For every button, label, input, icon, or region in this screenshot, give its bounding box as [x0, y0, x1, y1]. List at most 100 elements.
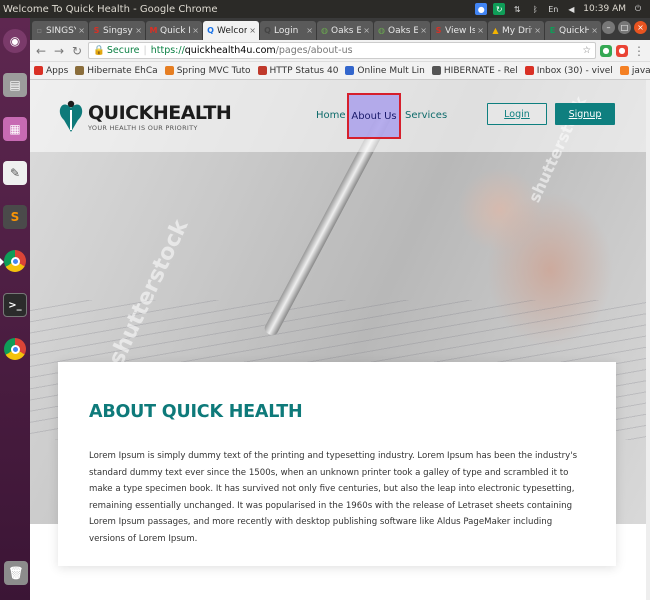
about-heading: ABOUT QUICK HEALTH — [89, 402, 303, 422]
address-bar[interactable]: 🔒 Secure | https://quickhealth4u.com/pag… — [88, 42, 596, 59]
menu-icon[interactable]: ⋮ — [632, 44, 646, 58]
browser-tab[interactable]: ◍Oaks ER× — [374, 21, 430, 40]
bookmark-item[interactable]: Hibernate EhCa — [75, 66, 158, 76]
files-launcher[interactable]: ▤ — [2, 66, 28, 104]
scrollbar[interactable] — [646, 80, 650, 600]
nav-services[interactable]: Services — [405, 110, 447, 121]
chrome-tray-icon[interactable]: ● — [475, 3, 488, 15]
bookmark-item[interactable]: java - why it is no — [619, 66, 650, 76]
secure-indicator[interactable]: 🔒 Secure — [93, 45, 140, 56]
text-editor-launcher[interactable]: ✎ — [2, 154, 28, 192]
sync-tray-icon[interactable]: ↻ — [493, 3, 506, 15]
tab-close-icon[interactable]: × — [363, 26, 370, 35]
nav-home[interactable]: Home — [316, 110, 346, 121]
bookmark-label: Apps — [46, 65, 69, 76]
signup-button[interactable]: Signup — [555, 103, 615, 125]
bookmark-item[interactable]: Online Mult Lin — [345, 66, 425, 76]
tab-favicon-icon: Q — [264, 26, 271, 35]
browser-tab[interactable]: MQuick H× — [146, 21, 202, 40]
browser-tab[interactable]: ▲My Drive× — [488, 21, 544, 40]
sublime-launcher[interactable]: S — [2, 198, 28, 236]
bookmark-item[interactable]: Inbox (30) - vivel — [524, 65, 613, 76]
url-scheme: https:// — [150, 45, 185, 56]
maximize-icon[interactable]: □ — [618, 21, 631, 34]
tab-close-icon[interactable]: × — [306, 26, 313, 35]
volume-icon[interactable]: ◀ — [565, 3, 577, 15]
bookmark-item[interactable]: HTTP Status 40 — [257, 65, 339, 76]
browser-tab[interactable]: EQuickHe× — [545, 21, 601, 40]
bookmark-label: HTTP Status 40 — [269, 65, 339, 76]
tab-favicon-icon: ◍ — [378, 26, 385, 35]
chrome-launcher[interactable] — [0, 242, 28, 280]
logo-text: QUICKHEALTH YOUR HEALTH IS OUR PRIORITY — [88, 102, 232, 132]
dash-launcher[interactable]: ◉ — [2, 22, 28, 60]
os-title-bar: Welcome To Quick Health - Google Chrome … — [0, 0, 650, 18]
tab-close-icon[interactable]: × — [192, 26, 199, 35]
web-page: shutterstock shutterstock QUICKHEALTH YO… — [30, 80, 650, 600]
software-launcher[interactable]: ▦ — [2, 110, 28, 148]
logo-name: QUICKHEALTH — [88, 102, 232, 124]
keyboard-layout-icon[interactable]: En — [547, 3, 559, 15]
extension-green-icon[interactable]: ● — [600, 44, 612, 57]
terminal-launcher[interactable]: >_ — [2, 286, 28, 324]
site-logo[interactable]: QUICKHEALTH YOUR HEALTH IS OUR PRIORITY — [58, 98, 232, 136]
bookmark-star-icon[interactable]: ☆ — [582, 45, 591, 56]
login-button[interactable]: Login — [487, 103, 547, 125]
window-controls: – □ × — [602, 21, 647, 34]
bookmark-item[interactable]: Spring MVC Tuto — [164, 65, 251, 76]
bookmark-label: Spring MVC Tuto — [176, 65, 251, 76]
tab-close-icon[interactable]: × — [420, 26, 427, 35]
files-icon: ▤ — [3, 73, 27, 97]
reload-icon[interactable]: ↻ — [70, 44, 84, 58]
extension-red-icon[interactable]: ● — [616, 44, 628, 57]
tab-favicon-icon: ▲ — [492, 26, 499, 35]
bookmark-label: Inbox (30) - vivel — [536, 65, 613, 76]
bookmark-favicon-icon — [345, 66, 355, 75]
trash-launcher[interactable]: 🗑 — [3, 554, 29, 592]
browser-tab[interactable]: ◍Oaks ER× — [317, 21, 373, 40]
about-card: ABOUT QUICK HEALTH Lorem Ipsum is simply… — [58, 362, 616, 566]
back-icon[interactable]: ← — [34, 44, 48, 58]
tab-favicon-icon: Q — [207, 26, 214, 35]
clock[interactable]: 10:39 AM — [583, 4, 626, 14]
forward-icon[interactable]: → — [52, 44, 66, 58]
bluetooth-icon[interactable]: ᛒ — [529, 3, 541, 15]
bookmark-favicon-icon — [619, 66, 629, 75]
bookmark-item[interactable]: Apps — [34, 66, 68, 76]
tab-close-icon[interactable]: × — [591, 26, 598, 35]
chrome-launcher-2[interactable] — [2, 330, 28, 368]
minimize-icon[interactable]: – — [602, 21, 615, 34]
close-window-icon[interactable]: × — [634, 21, 647, 34]
bookmarks-bar: Apps Hibernate EhCa Spring MVC Tuto HTTP St… — [30, 62, 650, 80]
about-body: Lorem Ipsum is simply dummy text of the … — [89, 451, 578, 544]
tab-favicon-icon: ▫ — [36, 26, 43, 35]
secure-label: Secure — [106, 45, 140, 56]
chrome-icon — [4, 338, 26, 360]
tab-label: View Iss — [445, 25, 476, 36]
url-text: https://quickhealth4u.com/pages/about-us — [151, 45, 353, 56]
bookmark-favicon-icon — [34, 66, 43, 75]
bookmark-favicon-icon — [524, 66, 534, 75]
trash-icon: 🗑 — [4, 561, 28, 585]
bookmark-favicon-icon — [257, 66, 267, 75]
browser-tab[interactable]: Q Login × — [260, 21, 316, 40]
power-icon[interactable]: ⏻ — [632, 3, 644, 15]
nav-about-us[interactable]: About Us — [347, 93, 401, 139]
tab-close-icon[interactable]: × — [78, 26, 85, 35]
tab-close-icon[interactable]: × — [534, 26, 541, 35]
network-icon[interactable]: ⇅ — [511, 3, 523, 15]
browser-tab[interactable]: ▫SINGSYS× — [32, 21, 88, 40]
tab-close-icon[interactable]: × — [249, 26, 256, 35]
tab-close-icon[interactable]: × — [135, 26, 142, 35]
system-tray: ● ↻ ⇅ ᛒ En ◀ 10:39 AM ⏻ — [475, 3, 650, 15]
browser-tab[interactable]: SView Iss× — [431, 21, 487, 40]
tab-favicon-icon: ◍ — [321, 26, 328, 35]
bookmark-item[interactable]: HIBERNATE - Rel — [431, 66, 518, 76]
tab-favicon-icon: M — [149, 26, 158, 35]
browser-tab[interactable]: SSingsys× — [89, 21, 145, 40]
browser-tab[interactable]: QWelcom× — [203, 21, 259, 40]
tab-label: Welcom — [217, 25, 247, 36]
logo-tagline: YOUR HEALTH IS OUR PRIORITY — [88, 124, 198, 132]
sublime-text-icon: S — [3, 205, 27, 229]
tab-close-icon[interactable]: × — [477, 26, 484, 35]
